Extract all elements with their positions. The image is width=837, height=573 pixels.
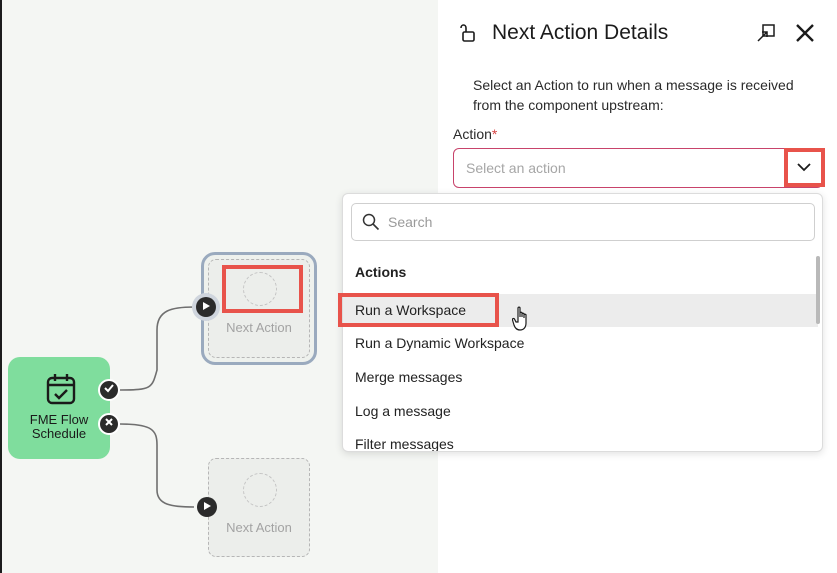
group-heading-actions: Actions (355, 264, 407, 280)
node-label-line1: FME Flow (29, 412, 89, 427)
next-action-label-2: Next Action (226, 520, 292, 535)
select-placeholder: Select an action (466, 160, 566, 176)
check-icon (103, 381, 115, 399)
popout-icon[interactable] (756, 23, 776, 48)
panel-title: Next Action Details (492, 21, 669, 44)
option-log-message[interactable]: Log a message (343, 395, 818, 428)
failure-port[interactable] (98, 413, 120, 435)
x-icon (103, 415, 115, 433)
panel-description: Select an Action to run when a message i… (473, 77, 794, 113)
unlock-icon[interactable] (460, 23, 478, 48)
hand-cursor-icon (511, 306, 532, 337)
empty-slot-icon (243, 473, 277, 507)
search-input[interactable] (388, 212, 798, 232)
option-filter-messages[interactable]: Filter messages (343, 428, 818, 451)
success-port[interactable] (98, 379, 120, 401)
next-action-node-2[interactable]: Next Action (208, 458, 310, 557)
highlight-box-chevron (784, 148, 825, 187)
dropdown-scrollbar[interactable] (816, 256, 820, 324)
fme-flow-schedule-node[interactable]: FME Flow Schedule (8, 357, 110, 459)
action-select[interactable]: Select an action (453, 148, 823, 188)
highlight-box-option (338, 293, 499, 327)
required-mark: * (491, 126, 498, 142)
option-run-dynamic-workspace[interactable]: Run a Dynamic Workspace (343, 327, 818, 360)
search-icon (362, 213, 380, 236)
next-action-label-1: Next Action (226, 320, 292, 335)
calendar-check-icon (46, 373, 76, 410)
search-box[interactable] (351, 203, 815, 241)
node-label-line2: Schedule (31, 426, 87, 441)
close-icon[interactable] (794, 22, 816, 49)
input-port-2[interactable] (193, 493, 221, 521)
option-merge-messages[interactable]: Merge messages (343, 361, 818, 394)
action-field-label: Action* (453, 126, 498, 142)
input-port-1[interactable] (192, 293, 220, 321)
play-icon (201, 298, 211, 316)
highlight-box-node (222, 265, 303, 313)
play-icon (202, 498, 212, 516)
